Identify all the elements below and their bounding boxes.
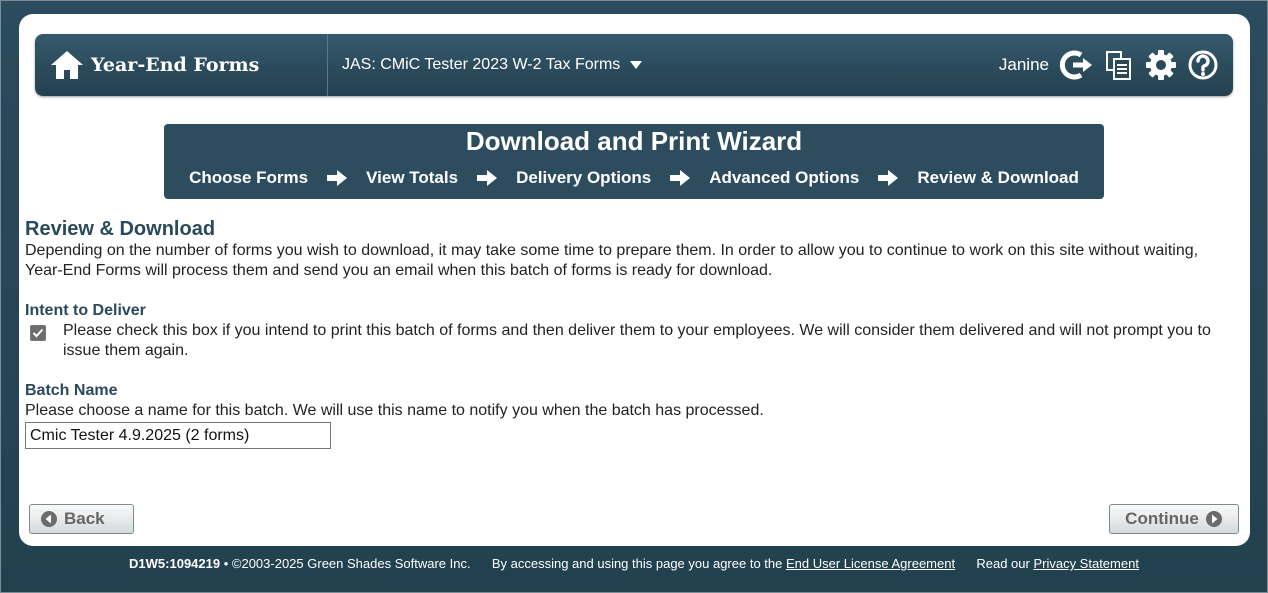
- step-choose-forms[interactable]: Choose Forms: [179, 168, 318, 188]
- step-delivery-options[interactable]: Delivery Options: [506, 168, 661, 188]
- eula-link[interactable]: End User License Agreement: [786, 556, 955, 571]
- arrow-right-icon: [326, 168, 348, 188]
- continue-label: Continue: [1125, 509, 1199, 528]
- intent-checkbox[interactable]: [30, 325, 46, 341]
- back-button[interactable]: Back: [29, 504, 134, 534]
- batch-help-text: Please choose a name for this batch. We …: [25, 402, 764, 419]
- gear-icon[interactable]: [1143, 48, 1179, 82]
- review-description: Depending on the number of forms you wis…: [25, 242, 1199, 279]
- top-navigation-bar: Year-End Forms JAS: CMiC Tester 2023 W-2…: [35, 34, 1233, 96]
- privacy-link[interactable]: Privacy Statement: [1033, 556, 1139, 571]
- brand-name: Year-End Forms: [91, 54, 260, 76]
- privacy-prefix: Read our: [976, 556, 1030, 571]
- intent-title: Intent to Deliver: [25, 302, 146, 319]
- back-label: Back: [64, 509, 105, 528]
- copyright-text: • ©2003-2025 Green Shades Software Inc.: [223, 556, 471, 571]
- batch-title: Batch Name: [25, 382, 118, 399]
- home-icon: [49, 49, 85, 81]
- page-footer: D1W5:1094219 • ©2003-2025 Green Shades S…: [0, 556, 1268, 571]
- chevron-down-icon: [630, 61, 643, 69]
- project-selector[interactable]: JAS: CMiC Tester 2023 W-2 Tax Forms: [342, 56, 643, 74]
- batch-name-input[interactable]: [25, 422, 331, 449]
- arrow-right-icon: [669, 168, 691, 188]
- section-title: Review & Download: [25, 218, 216, 240]
- topbar-divider: [327, 34, 328, 96]
- help-icon[interactable]: [1185, 48, 1221, 82]
- project-name: JAS: CMiC Tester 2023 W-2 Tax Forms: [342, 56, 621, 73]
- step-review-download[interactable]: Review & Download: [907, 168, 1089, 188]
- wizard-header: Download and Print Wizard Choose Forms V…: [164, 124, 1104, 199]
- back-arrow-icon: [41, 511, 57, 527]
- wizard-steps: Choose Forms View Totals Delivery Option…: [164, 168, 1104, 188]
- logout-icon[interactable]: [1059, 48, 1095, 82]
- home-link[interactable]: Year-End Forms: [49, 48, 259, 82]
- forward-arrow-icon: [1205, 511, 1222, 527]
- wizard-title: Download and Print Wizard: [465, 126, 803, 156]
- continue-button[interactable]: Continue: [1109, 504, 1239, 534]
- documents-icon[interactable]: [1101, 48, 1137, 82]
- arrow-right-icon: [877, 168, 899, 188]
- checkmark-icon: [32, 328, 44, 338]
- agree-text: By accessing and using this page you agr…: [491, 556, 783, 571]
- build-id: D1W5:1094219: [129, 556, 221, 571]
- step-view-totals[interactable]: View Totals: [356, 168, 468, 188]
- user-name: Janine: [998, 55, 1049, 74]
- arrow-right-icon: [476, 168, 498, 188]
- intent-description: Please check this box if you intend to p…: [63, 322, 1211, 359]
- main-card: Year-End Forms JAS: CMiC Tester 2023 W-2…: [19, 14, 1250, 546]
- user-area: Janine: [999, 48, 1221, 82]
- step-advanced-options[interactable]: Advanced Options: [699, 168, 869, 188]
